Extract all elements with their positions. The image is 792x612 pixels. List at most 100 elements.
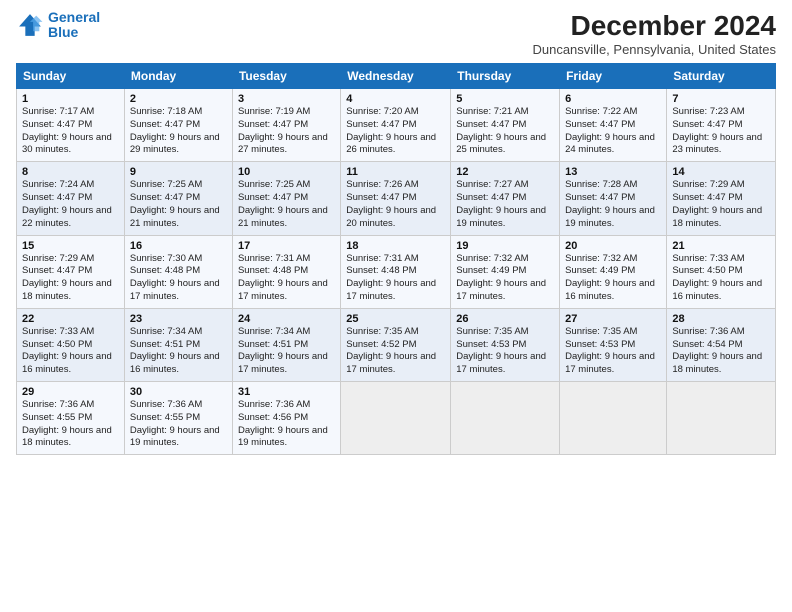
day-info: Sunrise: 7:26 AMSunset: 4:47 PMDaylight:… <box>346 179 445 230</box>
title-block: December 2024 Duncansville, Pennsylvania… <box>532 10 776 57</box>
day-number: 29 <box>22 386 119 398</box>
week-row-4: 22Sunrise: 7:33 AMSunset: 4:50 PMDayligh… <box>17 308 776 381</box>
day-info: Sunrise: 7:17 AMSunset: 4:47 PMDaylight:… <box>22 106 119 157</box>
day-info: Sunrise: 7:34 AMSunset: 4:51 PMDaylight:… <box>130 326 227 377</box>
day-info: Sunrise: 7:23 AMSunset: 4:47 PMDaylight:… <box>672 106 770 157</box>
logo-text: General Blue <box>48 10 100 41</box>
day-info: Sunrise: 7:25 AMSunset: 4:47 PMDaylight:… <box>130 179 227 230</box>
calendar: SundayMondayTuesdayWednesdayThursdayFrid… <box>16 63 776 455</box>
day-cell: 16Sunrise: 7:30 AMSunset: 4:48 PMDayligh… <box>124 235 232 308</box>
day-number: 31 <box>238 386 335 398</box>
day-info: Sunrise: 7:18 AMSunset: 4:47 PMDaylight:… <box>130 106 227 157</box>
day-info: Sunrise: 7:36 AMSunset: 4:55 PMDaylight:… <box>130 399 227 450</box>
day-cell: 6Sunrise: 7:22 AMSunset: 4:47 PMDaylight… <box>560 89 667 162</box>
day-number: 17 <box>238 240 335 252</box>
day-info: Sunrise: 7:34 AMSunset: 4:51 PMDaylight:… <box>238 326 335 377</box>
subtitle: Duncansville, Pennsylvania, United State… <box>532 42 776 57</box>
day-info: Sunrise: 7:30 AMSunset: 4:48 PMDaylight:… <box>130 253 227 304</box>
day-header-friday: Friday <box>560 64 667 89</box>
day-number: 13 <box>565 166 661 178</box>
day-number: 15 <box>22 240 119 252</box>
day-number: 30 <box>130 386 227 398</box>
day-cell: 31Sunrise: 7:36 AMSunset: 4:56 PMDayligh… <box>232 382 340 455</box>
day-cell: 20Sunrise: 7:32 AMSunset: 4:49 PMDayligh… <box>560 235 667 308</box>
day-number: 2 <box>130 93 227 105</box>
day-header-wednesday: Wednesday <box>341 64 451 89</box>
day-number: 16 <box>130 240 227 252</box>
day-header-monday: Monday <box>124 64 232 89</box>
day-cell: 28Sunrise: 7:36 AMSunset: 4:54 PMDayligh… <box>667 308 776 381</box>
week-row-3: 15Sunrise: 7:29 AMSunset: 4:47 PMDayligh… <box>17 235 776 308</box>
week-row-5: 29 Sunrise: 7:36 AMSunset: 4:55 PMDayligh… <box>17 382 776 455</box>
week-row-1: 1Sunrise: 7:17 AMSunset: 4:47 PMDaylight… <box>17 89 776 162</box>
day-info: Sunrise: 7:20 AMSunset: 4:47 PMDaylight:… <box>346 106 445 157</box>
day-info: Sunrise: 7:35 AMSunset: 4:53 PMDaylight:… <box>565 326 661 377</box>
day-info: Sunrise: 7:31 AMSunset: 4:48 PMDaylight:… <box>238 253 335 304</box>
day-number: 12 <box>456 166 554 178</box>
day-info: Sunrise: 7:35 AMSunset: 4:53 PMDaylight:… <box>456 326 554 377</box>
day-number: 1 <box>22 93 119 105</box>
calendar-header: SundayMondayTuesdayWednesdayThursdayFrid… <box>17 64 776 89</box>
day-cell: 19Sunrise: 7:32 AMSunset: 4:49 PMDayligh… <box>451 235 560 308</box>
day-number: 4 <box>346 93 445 105</box>
day-number: 7 <box>672 93 770 105</box>
day-cell: 17Sunrise: 7:31 AMSunset: 4:48 PMDayligh… <box>232 235 340 308</box>
day-info: Sunrise: 7:32 AMSunset: 4:49 PMDaylight:… <box>565 253 661 304</box>
day-info: Sunrise: 7:29 AMSunset: 4:47 PMDaylight:… <box>22 253 119 304</box>
day-header-sunday: Sunday <box>17 64 125 89</box>
day-cell: 25Sunrise: 7:35 AMSunset: 4:52 PMDayligh… <box>341 308 451 381</box>
day-header-thursday: Thursday <box>451 64 560 89</box>
day-number: 21 <box>672 240 770 252</box>
day-cell <box>341 382 451 455</box>
day-number: 3 <box>238 93 335 105</box>
day-info: Sunrise: 7:19 AMSunset: 4:47 PMDaylight:… <box>238 106 335 157</box>
day-cell: 24Sunrise: 7:34 AMSunset: 4:51 PMDayligh… <box>232 308 340 381</box>
day-info: Sunrise: 7:22 AMSunset: 4:47 PMDaylight:… <box>565 106 661 157</box>
day-number: 9 <box>130 166 227 178</box>
day-info: Sunrise: 7:36 AMSunset: 4:54 PMDaylight:… <box>672 326 770 377</box>
day-cell: 14Sunrise: 7:29 AMSunset: 4:47 PMDayligh… <box>667 162 776 235</box>
day-cell: 4Sunrise: 7:20 AMSunset: 4:47 PMDaylight… <box>341 89 451 162</box>
day-cell: 26Sunrise: 7:35 AMSunset: 4:53 PMDayligh… <box>451 308 560 381</box>
day-number: 24 <box>238 313 335 325</box>
day-cell: 12Sunrise: 7:27 AMSunset: 4:47 PMDayligh… <box>451 162 560 235</box>
day-number: 11 <box>346 166 445 178</box>
day-cell <box>451 382 560 455</box>
day-number: 25 <box>346 313 445 325</box>
day-cell: 9Sunrise: 7:25 AMSunset: 4:47 PMDaylight… <box>124 162 232 235</box>
day-cell: 10Sunrise: 7:25 AMSunset: 4:47 PMDayligh… <box>232 162 340 235</box>
day-cell: 30Sunrise: 7:36 AMSunset: 4:55 PMDayligh… <box>124 382 232 455</box>
week-row-2: 8Sunrise: 7:24 AMSunset: 4:47 PMDaylight… <box>17 162 776 235</box>
day-number: 14 <box>672 166 770 178</box>
day-info: Sunrise: 7:33 AMSunset: 4:50 PMDaylight:… <box>672 253 770 304</box>
logo-general: General <box>48 9 100 25</box>
day-number: 22 <box>22 313 119 325</box>
day-info: Sunrise: 7:27 AMSunset: 4:47 PMDaylight:… <box>456 179 554 230</box>
logo-blue: Blue <box>48 24 78 40</box>
day-cell: 11Sunrise: 7:26 AMSunset: 4:47 PMDayligh… <box>341 162 451 235</box>
day-info: Sunrise: 7:35 AMSunset: 4:52 PMDaylight:… <box>346 326 445 377</box>
day-cell: 23Sunrise: 7:34 AMSunset: 4:51 PMDayligh… <box>124 308 232 381</box>
day-number: 8 <box>22 166 119 178</box>
day-info: Sunrise: 7:21 AMSunset: 4:47 PMDaylight:… <box>456 106 554 157</box>
page: General Blue December 2024 Duncansville,… <box>0 0 792 465</box>
day-info: Sunrise: 7:24 AMSunset: 4:47 PMDaylight:… <box>22 179 119 230</box>
day-cell: 8Sunrise: 7:24 AMSunset: 4:47 PMDaylight… <box>17 162 125 235</box>
day-number: 6 <box>565 93 661 105</box>
day-cell <box>667 382 776 455</box>
day-header-tuesday: Tuesday <box>232 64 340 89</box>
day-cell: 18Sunrise: 7:31 AMSunset: 4:48 PMDayligh… <box>341 235 451 308</box>
day-cell: 27Sunrise: 7:35 AMSunset: 4:53 PMDayligh… <box>560 308 667 381</box>
day-info: Sunrise: 7:31 AMSunset: 4:48 PMDaylight:… <box>346 253 445 304</box>
logo: General Blue <box>16 10 100 41</box>
day-number: 26 <box>456 313 554 325</box>
day-cell: 29Sunrise: 7:36 AMSunset: 4:55 PMDayligh… <box>17 382 125 455</box>
day-cell: 15Sunrise: 7:29 AMSunset: 4:47 PMDayligh… <box>17 235 125 308</box>
day-info: Sunrise: 7:25 AMSunset: 4:47 PMDaylight:… <box>238 179 335 230</box>
day-number: 27 <box>565 313 661 325</box>
day-number: 10 <box>238 166 335 178</box>
day-cell: 13Sunrise: 7:28 AMSunset: 4:47 PMDayligh… <box>560 162 667 235</box>
day-cell: 21Sunrise: 7:33 AMSunset: 4:50 PMDayligh… <box>667 235 776 308</box>
day-cell: 2Sunrise: 7:18 AMSunset: 4:47 PMDaylight… <box>124 89 232 162</box>
day-cell <box>560 382 667 455</box>
